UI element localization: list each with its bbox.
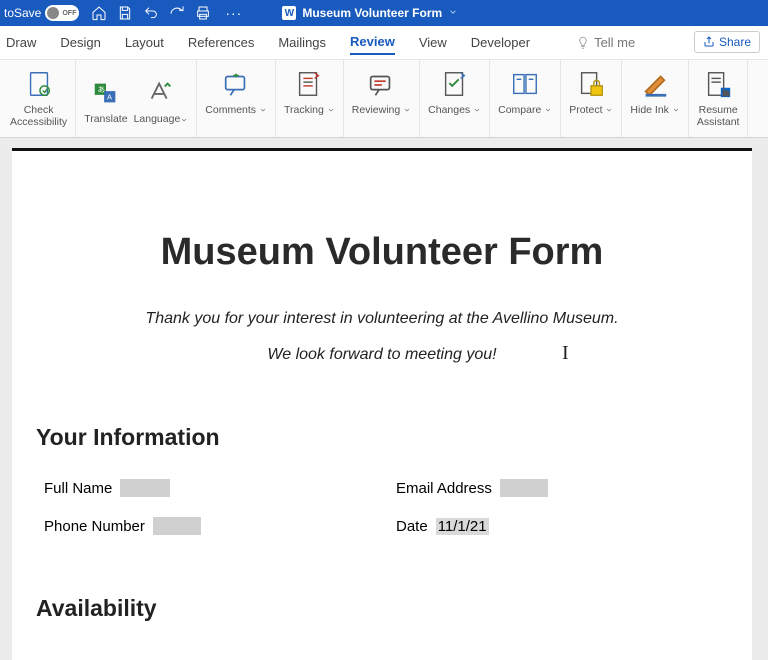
changes-icon [440, 66, 470, 102]
hide-ink-icon [640, 66, 670, 102]
tab-review[interactable]: Review [350, 30, 395, 55]
tab-draw[interactable]: Draw [6, 31, 36, 54]
chevron-down-icon [605, 104, 613, 116]
more-commands-icon[interactable]: ··· [221, 5, 246, 21]
label-date: Date [396, 518, 428, 535]
label-email: Email Address [396, 480, 492, 497]
field-date: Date 11/1/21 [396, 517, 728, 535]
autosave-label: toSave [4, 6, 41, 20]
section-your-information: Your Information [36, 424, 728, 451]
menu-tabs: Draw Design Layout References Mailings R… [0, 26, 768, 60]
tracking-icon [294, 66, 324, 102]
svg-text:あ: あ [97, 86, 105, 95]
ribbon-language[interactable]: Language [134, 75, 189, 125]
autosave-control[interactable]: toSave OFF [4, 5, 79, 21]
chevron-down-icon [327, 104, 335, 116]
save-icon[interactable] [117, 5, 133, 21]
input-full-name[interactable] [120, 479, 170, 497]
form-title: Museum Volunteer Form [36, 231, 728, 274]
tab-developer[interactable]: Developer [471, 31, 530, 54]
tell-me-search[interactable]: Tell me [576, 35, 635, 50]
chevron-down-icon [180, 113, 188, 125]
input-phone[interactable] [153, 517, 201, 535]
compare-icon [510, 66, 540, 102]
tab-references[interactable]: References [188, 31, 254, 54]
chevron-down-icon [473, 104, 481, 116]
protect-icon [576, 66, 606, 102]
lightbulb-icon [576, 36, 590, 50]
input-date[interactable]: 11/1/21 [436, 518, 489, 535]
svg-text:A: A [107, 93, 112, 102]
input-email[interactable] [500, 479, 548, 497]
ribbon-translate[interactable]: あA Translate [84, 75, 127, 125]
field-grid: Full Name Email Address Phone Number Dat… [36, 479, 728, 535]
ribbon-hide-ink[interactable]: Hide Ink [622, 60, 688, 137]
label-phone: Phone Number [44, 518, 145, 535]
quick-access-toolbar: ··· [91, 5, 246, 21]
print-icon[interactable] [195, 5, 211, 21]
text-cursor-icon: I [562, 342, 569, 365]
ribbon-comments[interactable]: Comments [197, 60, 276, 137]
reviewing-icon [366, 66, 396, 102]
undo-icon[interactable] [143, 5, 159, 21]
document-title-wrap[interactable]: W Museum Volunteer Form [282, 6, 458, 20]
label-full-name: Full Name [44, 480, 112, 497]
titlebar: toSave OFF ··· W Museum Volunteer Form [0, 0, 768, 26]
ribbon-resume-assistant[interactable]: in Resume Assistant [689, 60, 749, 137]
ribbon-language-group: あA Translate Language [76, 60, 197, 137]
ribbon-compare[interactable]: Compare [490, 60, 561, 137]
intro-line-2: We look forward to meeting you! [36, 346, 728, 364]
autosave-toggle[interactable]: OFF [45, 5, 79, 21]
chevron-down-icon [544, 104, 552, 116]
accessibility-icon [24, 66, 54, 102]
share-button[interactable]: Share [694, 31, 760, 53]
ribbon: Check Accessibility あA Translate Languag… [0, 60, 768, 138]
section-availability: Availability [36, 595, 728, 622]
chevron-down-icon [672, 104, 680, 116]
comments-icon [221, 66, 251, 102]
field-email: Email Address [396, 479, 728, 497]
redo-icon[interactable] [169, 5, 185, 21]
tab-design[interactable]: Design [60, 31, 100, 54]
ribbon-changes[interactable]: Changes [420, 60, 490, 137]
home-icon[interactable] [91, 5, 107, 21]
document-title: Museum Volunteer Form [302, 6, 442, 20]
field-phone: Phone Number [44, 517, 376, 535]
svg-text:in: in [723, 88, 730, 97]
resume-icon: in [703, 66, 733, 102]
translate-icon: あA [91, 75, 121, 111]
ribbon-reviewing[interactable]: Reviewing [344, 60, 420, 137]
ribbon-protect[interactable]: Protect [561, 60, 622, 137]
ribbon-accessibility[interactable]: Check Accessibility [2, 60, 76, 137]
word-app-icon: W [282, 6, 296, 20]
tab-mailings[interactable]: Mailings [278, 31, 326, 54]
chevron-down-icon[interactable] [448, 6, 458, 20]
document-canvas[interactable]: Museum Volunteer Form Thank you for your… [0, 138, 768, 660]
chevron-down-icon [403, 104, 411, 116]
ribbon-tracking[interactable]: Tracking [276, 60, 344, 137]
language-icon [146, 75, 176, 111]
chevron-down-icon [259, 104, 267, 116]
field-full-name: Full Name [44, 479, 376, 497]
share-icon [703, 36, 715, 48]
tab-layout[interactable]: Layout [125, 31, 164, 54]
page[interactable]: Museum Volunteer Form Thank you for your… [12, 148, 752, 660]
intro-line-1: Thank you for your interest in volunteer… [36, 310, 728, 328]
tab-view[interactable]: View [419, 31, 447, 54]
